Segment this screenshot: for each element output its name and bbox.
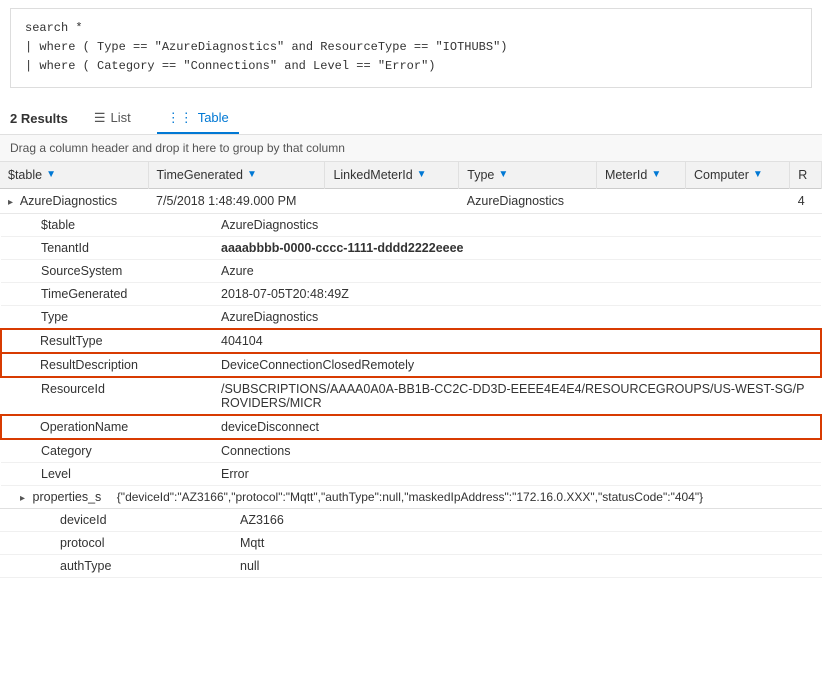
sub-val-authtype: null <box>180 554 822 577</box>
filter-icon-timegenerated[interactable]: ▼ <box>247 169 257 180</box>
detail-val-type: AzureDiagnostics <box>181 305 821 329</box>
detail-key-resultdesc: ResultDescription <box>1 353 181 377</box>
detail-val-opname: deviceDisconnect <box>181 415 821 439</box>
filter-icon-meterid[interactable]: ▼ <box>651 169 661 180</box>
detail-row-opname: OperationName deviceDisconnect <box>1 415 821 439</box>
properties-expand-icon[interactable]: ▸ <box>20 493 25 504</box>
detail-val-resultdesc: DeviceConnectionClosedRemotely <box>181 353 821 377</box>
cell-linkedmeterid <box>325 188 459 213</box>
detail-key-stable: $table <box>1 214 181 237</box>
tab-table-label: Table <box>198 110 229 125</box>
col-header-computer[interactable]: Computer ▼ <box>686 162 790 189</box>
results-table: $table ▼ TimeGenerated ▼ LinkedMeterId ▼ <box>0 162 822 578</box>
sub-detail-table: deviceId AZ3166 protocol Mqtt authType n… <box>0 509 822 578</box>
detail-section: $table AzureDiagnostics TenantId aaaabbb… <box>0 213 822 486</box>
cell-stable: ▸ AzureDiagnostics <box>0 188 148 213</box>
detail-key-sourcesystem: SourceSystem <box>1 259 181 282</box>
detail-row-tenantid: TenantId aaaabbbb-0000-cccc-1111-dddd222… <box>1 236 821 259</box>
detail-val-stable: AzureDiagnostics <box>181 214 821 237</box>
filter-icon-type[interactable]: ▼ <box>498 169 508 180</box>
detail-key-type: Type <box>1 305 181 329</box>
tab-list-label: List <box>110 110 130 125</box>
tab-table[interactable]: ⋮⋮ Table <box>157 104 239 134</box>
detail-row-resultdesc: ResultDescription DeviceConnectionClosed… <box>1 353 821 377</box>
sub-val-protocol: Mqtt <box>180 531 822 554</box>
properties-row[interactable]: ▸ properties_s {"deviceId":"AZ3166","pro… <box>0 486 822 509</box>
sub-val-deviceid: AZ3166 <box>180 509 822 532</box>
sub-row-deviceid: deviceId AZ3166 <box>0 509 822 532</box>
detail-key-resourceid: ResourceId <box>1 377 181 415</box>
cell-r: 4 <box>790 188 822 213</box>
results-table-wrapper: $table ▼ TimeGenerated ▼ LinkedMeterId ▼ <box>0 162 822 578</box>
drag-hint: Drag a column header and drop it here to… <box>0 135 822 162</box>
sub-row-authtype: authType null <box>0 554 822 577</box>
detail-row-level: Level Error <box>1 462 821 485</box>
table-icon: ⋮⋮ <box>167 110 193 126</box>
cell-meterid <box>596 188 685 213</box>
cell-stable-value: AzureDiagnostics <box>20 194 117 208</box>
cell-type: AzureDiagnostics <box>459 188 597 213</box>
cell-computer <box>686 188 790 213</box>
filter-icon-stable[interactable]: ▼ <box>46 169 56 180</box>
detail-row-category: Category Connections <box>1 439 821 463</box>
query-line-1: search * <box>25 19 797 38</box>
detail-val-resourceid: /SUBSCRIPTIONS/AAAA0A0A-BB1B-CC2C-DD3D-E… <box>181 377 821 415</box>
detail-val-category: Connections <box>181 439 821 463</box>
results-bar: 2 Results ☰ List ⋮⋮ Table <box>0 96 822 135</box>
query-line-2: | where ( Type == "AzureDiagnostics" and… <box>25 38 797 57</box>
list-icon: ☰ <box>94 110 106 126</box>
detail-val-tenantid: aaaabbbb-0000-cccc-1111-dddd2222eeee <box>181 236 821 259</box>
detail-row-resulttype: ResultType 404104 <box>1 329 821 353</box>
table-header-row: $table ▼ TimeGenerated ▼ LinkedMeterId ▼ <box>0 162 822 189</box>
sub-key-deviceid: deviceId <box>0 509 180 532</box>
filter-icon-computer[interactable]: ▼ <box>753 169 763 180</box>
sub-row-protocol: protocol Mqtt <box>0 531 822 554</box>
col-header-type[interactable]: Type ▼ <box>459 162 597 189</box>
detail-row-resourceid: ResourceId /SUBSCRIPTIONS/AAAA0A0A-BB1B-… <box>1 377 821 415</box>
query-editor: search * | where ( Type == "AzureDiagnos… <box>10 8 812 88</box>
sub-key-protocol: protocol <box>0 531 180 554</box>
sub-fields-section: deviceId AZ3166 protocol Mqtt authType n… <box>0 508 822 578</box>
cell-timegenerated: 7/5/2018 1:48:49.000 PM <box>148 188 325 213</box>
expand-icon[interactable]: ▸ <box>8 197 13 208</box>
detail-val-resulttype: 404104 <box>181 329 821 353</box>
properties-value: {"deviceId":"AZ3166","protocol":"Mqtt","… <box>117 490 703 504</box>
col-header-linkedmeterid[interactable]: LinkedMeterId ▼ <box>325 162 459 189</box>
sub-key-authtype: authType <box>0 554 180 577</box>
detail-val-level: Error <box>181 462 821 485</box>
detail-key-level: Level <box>1 462 181 485</box>
detail-key-category: Category <box>1 439 181 463</box>
detail-table: $table AzureDiagnostics TenantId aaaabbb… <box>0 214 822 486</box>
detail-key-timegenerated: TimeGenerated <box>1 282 181 305</box>
col-header-r[interactable]: R <box>790 162 822 189</box>
properties-key: properties_s <box>33 490 102 504</box>
filter-icon-linkedmeterid[interactable]: ▼ <box>417 169 427 180</box>
table-row-main[interactable]: ▸ AzureDiagnostics 7/5/2018 1:48:49.000 … <box>0 188 822 213</box>
detail-val-timegenerated: 2018-07-05T20:48:49Z <box>181 282 821 305</box>
col-header-stable[interactable]: $table ▼ <box>0 162 148 189</box>
detail-row-sourcesystem: SourceSystem Azure <box>1 259 821 282</box>
detail-key-opname: OperationName <box>1 415 181 439</box>
col-header-meterid[interactable]: MeterId ▼ <box>596 162 685 189</box>
detail-row-timegenerated: TimeGenerated 2018-07-05T20:48:49Z <box>1 282 821 305</box>
results-count: 2 Results <box>10 111 68 126</box>
detail-key-tenantid: TenantId <box>1 236 181 259</box>
detail-row-stable: $table AzureDiagnostics <box>1 214 821 237</box>
query-line-3: | where ( Category == "Connections" and … <box>25 57 797 76</box>
tab-list[interactable]: ☰ List <box>84 104 141 134</box>
detail-key-resulttype: ResultType <box>1 329 181 353</box>
col-header-timegenerated[interactable]: TimeGenerated ▼ <box>148 162 325 189</box>
detail-row-type: Type AzureDiagnostics <box>1 305 821 329</box>
detail-val-sourcesystem: Azure <box>181 259 821 282</box>
